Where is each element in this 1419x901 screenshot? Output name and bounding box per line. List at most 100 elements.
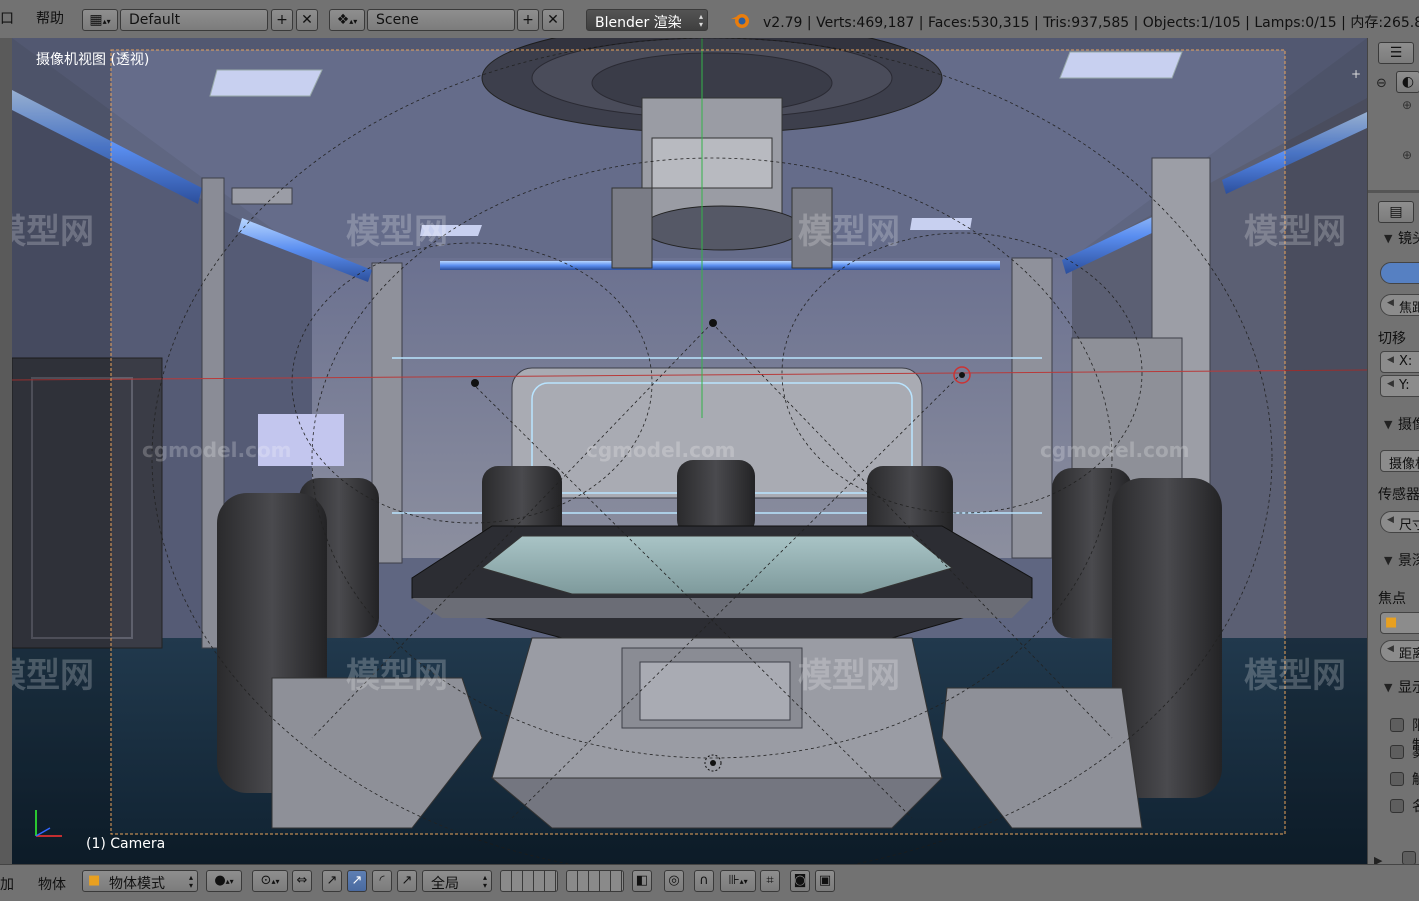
camera-render-icon: ◙ [793, 873, 807, 888]
expand-icon[interactable]: ⊕ [1402, 148, 1412, 162]
translate-manipulator-button[interactable]: ↗ [347, 870, 367, 892]
safe-areas-checkbox[interactable] [1402, 851, 1416, 864]
watermark-brand: 模型网 [1244, 212, 1346, 252]
shift-y-field[interactable]: ◀ Y: [1380, 375, 1419, 397]
properties-toggle-icon[interactable]: + [1351, 67, 1361, 81]
display-name-label: 名 [1412, 796, 1419, 816]
properties-icon: ▤ [1389, 204, 1403, 220]
3d-viewport[interactable]: 模型网 模型网 模型网 模型网 模型网 模型网 模型网 模型网 cgmodel.… [12, 38, 1367, 864]
shift-label: 切移 [1378, 331, 1406, 347]
scene-layers-group-1[interactable] [500, 870, 558, 892]
section-dof[interactable]: 景深 [1398, 550, 1419, 570]
close-icon: ✕ [301, 12, 313, 28]
spinner-arrows-icon: ▴ ▾ [188, 873, 193, 890]
proportional-edit-button[interactable]: ◎ [664, 870, 684, 892]
magnet-icon: ∩ [699, 873, 709, 888]
render-opengl-animation-button[interactable]: ▣ [815, 870, 835, 892]
pivot-icon: ⊙ [260, 873, 272, 888]
section-lens[interactable]: 镜头 [1398, 228, 1419, 248]
panel-divider[interactable] [1368, 190, 1419, 193]
left-arrow-icon: ◀ [1387, 644, 1394, 654]
snap-target-button[interactable]: ⌗ [760, 870, 780, 892]
scene-name-field[interactable]: Scene [367, 9, 515, 31]
object-menu[interactable]: 物体 [38, 874, 66, 894]
add-layout-button[interactable]: + [271, 9, 293, 31]
camera-preset-menu[interactable]: 摄像机 [1380, 450, 1419, 472]
sensor-label: 传感器 [1378, 487, 1419, 503]
focus-object-field[interactable]: ■ [1380, 612, 1419, 634]
perspective-toggle[interactable] [1380, 262, 1419, 284]
focal-length-field[interactable]: ◀ 焦距 [1380, 294, 1419, 316]
add-scene-button[interactable]: + [517, 9, 539, 31]
menu-partial[interactable]: 口 [0, 8, 14, 28]
layout-name: Default [129, 12, 181, 28]
help-menu[interactable]: 帮助 [36, 8, 64, 28]
info-header: 口 帮助 ▦▴▾ Default + ✕ ❖▴▾ Scene + ✕ Blend… [0, 0, 1419, 39]
section-display[interactable]: 显示 [1398, 677, 1419, 697]
watermark-brand: 模型网 [12, 212, 94, 252]
render-engine-selector[interactable]: Blender 渲染 ▴ ▾ [586, 9, 708, 31]
3d-view-header: 加 物体 ■ 物体模式 ▴ ▾ ●▴▾ ⊙▴▾ ⇔ ↗ ↗ ◜ ↗ 全局 ▴ ▾ ◧… [0, 864, 1419, 901]
scene-layers-group-2[interactable] [566, 870, 624, 892]
snap-toggle[interactable]: ∩ [694, 870, 714, 892]
display-sensor-checkbox[interactable] [1390, 772, 1404, 786]
collapse-triangle-icon[interactable]: ▼ [1384, 232, 1392, 245]
close-icon: ✕ [547, 12, 559, 28]
delete-scene-button[interactable]: ✕ [542, 9, 564, 31]
plus-icon: + [276, 12, 288, 28]
display-limits-checkbox[interactable] [1390, 718, 1404, 732]
layout-name-field[interactable]: Default [120, 9, 268, 31]
interaction-mode-selector[interactable]: ■ 物体模式 ▴ ▾ [82, 870, 198, 892]
focus-label: 焦点 [1378, 591, 1406, 607]
spinner-arrows-icon: ▴ ▾ [698, 12, 703, 29]
lock-icon: ◧ [635, 873, 649, 888]
screen-layout-selector[interactable]: ▦▴▾ [82, 9, 118, 31]
transform-manipulator-toggle[interactable]: ↗ [322, 870, 342, 892]
viewport-shading-selector[interactable]: ●▴▾ [206, 870, 242, 892]
delete-layout-button[interactable]: ✕ [296, 9, 318, 31]
scene-statistics: v2.79 | Verts:469,187 | Faces:530,315 | … [763, 15, 1419, 31]
snap-element-selector[interactable]: ⊪▴▾ [720, 870, 756, 892]
display-mist-checkbox[interactable] [1390, 745, 1404, 759]
manipulator-only-button[interactable]: ⇔ [292, 870, 312, 892]
cube-icon: ■ [88, 873, 101, 888]
sensor-size-field[interactable]: ◀ 尺寸 [1380, 511, 1419, 533]
display-name-checkbox[interactable] [1390, 799, 1404, 813]
expand-icon[interactable]: ⊕ [1402, 98, 1412, 112]
shading-sphere-icon: ● [214, 873, 226, 888]
shift-x-field[interactable]: ◀ X: [1380, 351, 1419, 373]
properties-editor-type[interactable]: ▤ [1378, 201, 1414, 223]
interaction-mode-label: 物体模式 [109, 876, 165, 892]
outliner-editor-type[interactable]: ☰ [1378, 42, 1414, 64]
pivot-point-selector[interactable]: ⊙▴▾ [252, 870, 288, 892]
scale-manipulator-button[interactable]: ↗ [397, 870, 417, 892]
scene-selector[interactable]: ❖▴▾ [329, 9, 365, 31]
watermark-brand: 模型网 [12, 656, 94, 696]
expand-triangle-icon[interactable]: ▶ [1374, 854, 1382, 864]
watermark-brand: 模型网 [346, 656, 448, 696]
watermark-url: cgmodel.com [1040, 438, 1190, 462]
snap-increment-icon: ⊪ [728, 873, 740, 888]
watermark-brand: 模型网 [798, 212, 900, 252]
section-camera[interactable]: 摄像机 [1398, 414, 1419, 434]
render-opengl-image-button[interactable]: ◙ [790, 870, 810, 892]
layout-icon: ▦ [89, 12, 103, 28]
collapse-triangle-icon[interactable]: ▼ [1384, 681, 1392, 694]
left-arrow-icon: ◀ [1387, 355, 1394, 365]
transform-orientation-selector[interactable]: 全局 ▴ ▾ [422, 870, 492, 892]
camera-object-icon[interactable]: ◐ [1396, 71, 1419, 93]
collapse-icon[interactable]: ⊖ [1376, 76, 1387, 91]
scale-icon: ↗ [401, 873, 413, 888]
plus-icon: + [522, 12, 534, 28]
viewport-title: 摄像机视图 (透视) [36, 52, 150, 68]
focus-distance-field[interactable]: ◀ 距离 [1380, 640, 1419, 662]
collapse-triangle-icon[interactable]: ▼ [1384, 418, 1392, 431]
outliner-icon: ☰ [1389, 45, 1403, 61]
collapse-triangle-icon[interactable]: ▼ [1384, 554, 1392, 567]
rotate-manipulator-button[interactable]: ◜ [372, 870, 392, 892]
watermark-url: cgmodel.com [142, 438, 292, 462]
orientation-label: 全局 [431, 876, 459, 892]
watermark-url: cgmodel.com [586, 438, 736, 462]
add-menu[interactable]: 加 [0, 874, 14, 894]
lock-layers-button[interactable]: ◧ [632, 870, 652, 892]
